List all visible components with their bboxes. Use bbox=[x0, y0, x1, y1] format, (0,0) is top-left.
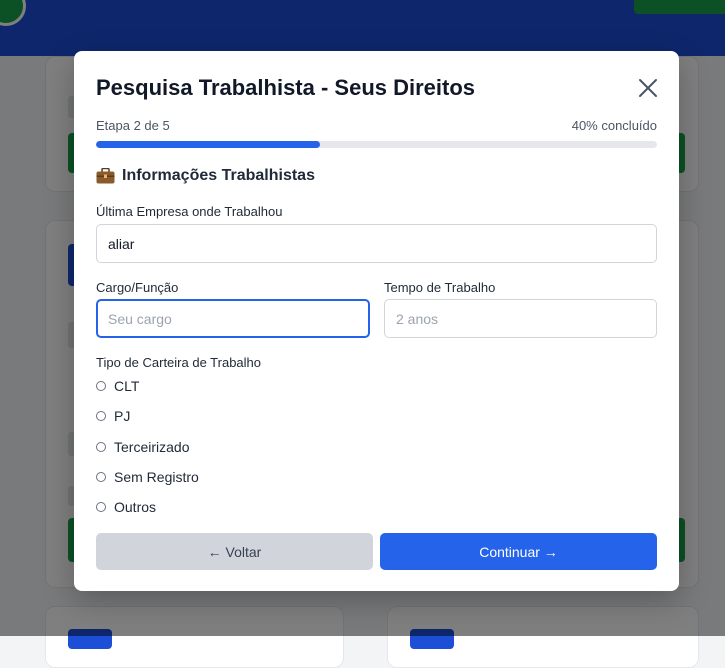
step-label: Etapa 2 de 5 bbox=[96, 118, 170, 133]
progress-bar bbox=[96, 141, 657, 148]
modal-title: Pesquisa Trabalhista - Seus Direitos bbox=[96, 75, 476, 100]
section-title: Informações Trabalhistas bbox=[122, 167, 315, 184]
radio-label: Terceirizado bbox=[114, 439, 190, 455]
radio-option-pj[interactable]: PJ bbox=[96, 408, 130, 424]
radio-option-sem-registro[interactable]: Sem Registro bbox=[96, 469, 199, 485]
progress-percent: 40% concluído bbox=[571, 118, 657, 133]
radio-button[interactable] bbox=[96, 381, 106, 391]
role-input[interactable] bbox=[96, 299, 370, 338]
role-label: Cargo/Função bbox=[96, 280, 179, 295]
contract-type-label: Tipo de Carteira de Trabalho bbox=[96, 355, 262, 370]
radio-label: CLT bbox=[114, 378, 140, 394]
radio-button[interactable] bbox=[96, 502, 106, 512]
radio-label: PJ bbox=[114, 408, 131, 424]
radio-button[interactable] bbox=[96, 472, 106, 482]
duration-input[interactable] bbox=[384, 299, 657, 338]
radio-option-outros[interactable]: Outros bbox=[96, 499, 156, 515]
close-button[interactable] bbox=[636, 76, 660, 100]
progress-bar-fill bbox=[96, 141, 321, 148]
radio-option-clt[interactable]: CLT bbox=[96, 378, 139, 394]
company-label: Última Empresa onde Trabalhou bbox=[96, 204, 283, 219]
close-icon bbox=[639, 79, 657, 97]
continue-button[interactable]: Continuar → bbox=[380, 533, 657, 570]
section-heading: Informações Trabalhistas bbox=[96, 167, 315, 185]
radio-button[interactable] bbox=[96, 442, 106, 452]
radio-button[interactable] bbox=[96, 411, 106, 421]
radio-option-terceirizado[interactable]: Terceirizado bbox=[96, 439, 189, 455]
radio-label: Sem Registro bbox=[114, 469, 199, 485]
survey-modal: Pesquisa Trabalhista - Seus Direitos Eta… bbox=[74, 51, 679, 591]
back-button[interactable]: ← Voltar bbox=[96, 533, 373, 570]
briefcase-icon bbox=[96, 167, 115, 184]
duration-label: Tempo de Trabalho bbox=[384, 280, 496, 295]
company-input[interactable] bbox=[96, 224, 657, 263]
radio-label: Outros bbox=[114, 499, 157, 515]
